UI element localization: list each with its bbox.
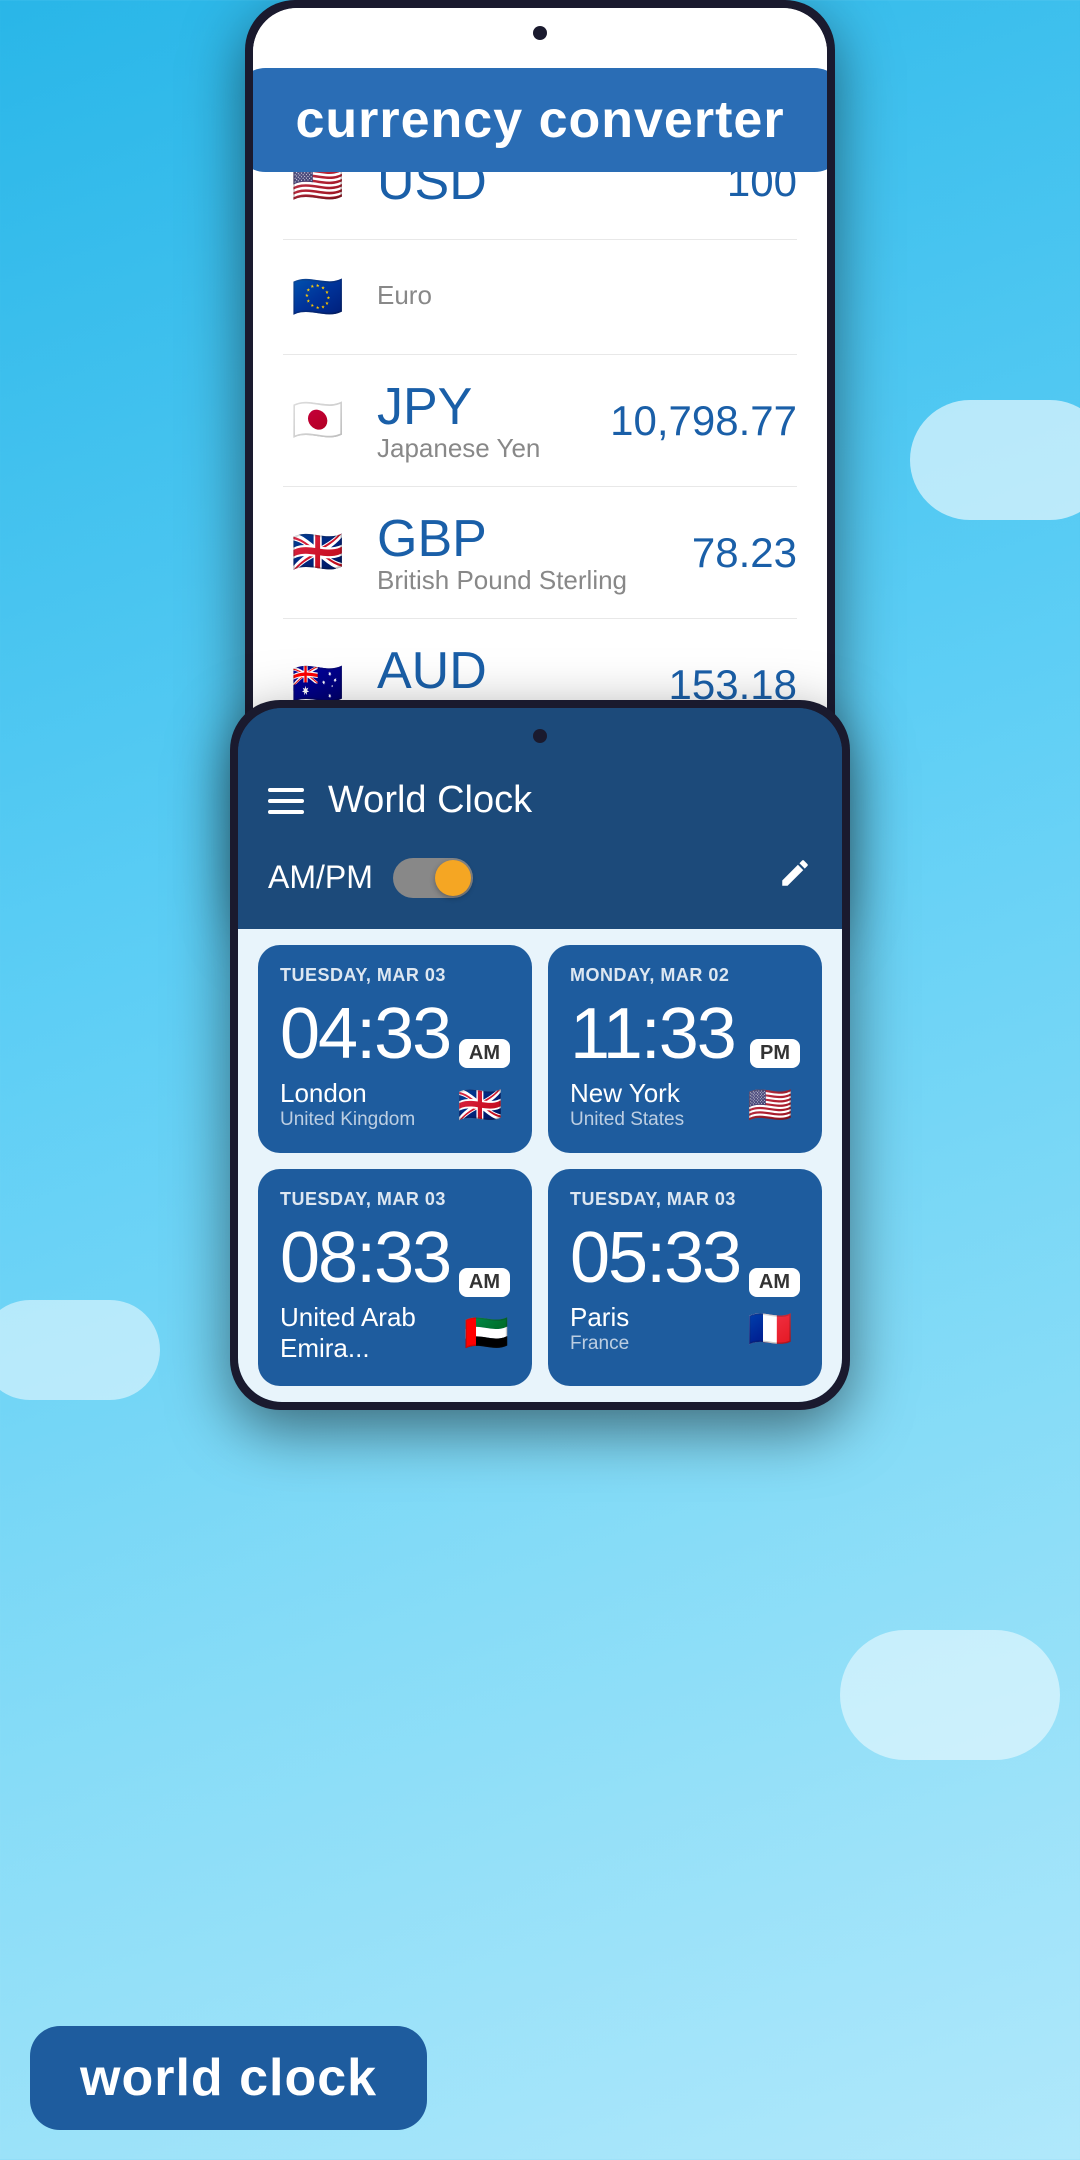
clock-card-newyork: MONDAY, MAR 02 11:33 PM New York United … [548,945,822,1153]
currency-badge: currency converter [253,68,827,172]
clock-date-newyork: MONDAY, MAR 02 [570,965,800,986]
clock-app-header: World Clock [238,763,842,846]
country-london: United Kingdom [280,1109,415,1131]
clock-city-paris: Paris France [570,1302,629,1355]
hamburger-line-3 [268,810,304,814]
ampm-toggle[interactable] [393,858,473,898]
city-name-london: London [280,1078,415,1109]
clock-city-london: London United Kingdom [280,1078,415,1131]
phone-notch-currency [253,8,827,58]
world-clock-badge-text: world clock [80,2049,377,2107]
clock-ampm-london: AM [459,1039,510,1068]
clock-ampm-newyork: PM [750,1039,800,1068]
currency-row-gbp: 🇬🇧 GBP British Pound Sterling 78.23 [283,487,797,619]
hamburger-line-1 [268,788,304,792]
clock-ampm-paris: AM [749,1268,800,1297]
clock-app-title: World Clock [328,779,812,822]
notch-dot [533,26,547,40]
clock-footer-newyork: New York United States 🇺🇸 [570,1078,800,1131]
currency-name-eur: Euro [377,280,797,311]
currency-row-eur: 🇪🇺 Euro [283,240,797,355]
currency-info-eur: Euro [377,284,797,311]
clock-date-paris: TUESDAY, MAR 03 [570,1189,800,1210]
clock-city-uae: United Arab Emira... [280,1302,463,1364]
flag-newyork: 🇺🇸 [740,1084,800,1126]
clock-date-london: TUESDAY, MAR 03 [280,965,510,986]
currency-code-gbp: GBP [377,509,692,569]
world-clock-badge: world clock [30,2026,427,2130]
clock-ampm-uae: AM [459,1268,510,1297]
clock-card-london: TUESDAY, MAR 03 04:33 AM London United K… [258,945,532,1153]
toggle-knob [435,860,471,896]
clock-city-newyork: New York United States [570,1078,684,1131]
currency-value-gbp: 78.23 [692,529,797,577]
city-name-paris: Paris [570,1302,629,1333]
clock-footer-london: London United Kingdom 🇬🇧 [280,1078,510,1131]
ampm-label: AM/PM [268,859,373,896]
clock-footer-uae: United Arab Emira... 🇦🇪 [280,1302,510,1364]
hamburger-line-2 [268,799,304,803]
hamburger-icon[interactable] [268,788,304,814]
flag-eur: 🇪🇺 [283,262,353,332]
flag-jpy: 🇯🇵 [283,386,353,456]
currency-code-jpy: JPY [377,377,610,437]
country-paris: France [570,1333,629,1355]
currency-row-jpy: 🇯🇵 JPY Japanese Yen 10,798.77 [283,355,797,487]
clock-notch-dot [533,729,547,743]
currency-info-jpy: JPY Japanese Yen [377,377,610,464]
currency-code-aud: AUD [377,641,669,701]
edit-icon[interactable] [778,856,812,899]
currency-info-gbp: GBP British Pound Sterling [377,509,692,596]
flag-uae: 🇦🇪 [463,1312,510,1354]
world-clock-phone: World Clock AM/PM TUESDAY, MAR 03 04:33 … [230,700,850,1410]
city-name-uae: United Arab Emira... [280,1302,463,1364]
phone-notch-clock [238,708,842,763]
clock-date-uae: TUESDAY, MAR 03 [280,1189,510,1210]
clock-footer-paris: Paris France 🇫🇷 [570,1302,800,1355]
clock-toolbar: AM/PM [238,846,842,929]
currency-name-gbp: British Pound Sterling [377,565,692,596]
currency-badge-text: currency converter [295,91,784,149]
country-newyork: United States [570,1109,684,1131]
clock-card-uae: TUESDAY, MAR 03 08:33 AM United Arab Emi… [258,1169,532,1386]
currency-value-jpy: 10,798.77 [610,397,797,445]
clock-grid: TUESDAY, MAR 03 04:33 AM London United K… [238,929,842,1402]
flag-london: 🇬🇧 [450,1084,510,1126]
flag-paris: 🇫🇷 [740,1308,800,1350]
flag-gbp: 🇬🇧 [283,518,353,588]
clock-card-paris: TUESDAY, MAR 03 05:33 AM Paris France 🇫🇷 [548,1169,822,1386]
city-name-newyork: New York [570,1078,684,1109]
currency-name-jpy: Japanese Yen [377,433,610,464]
